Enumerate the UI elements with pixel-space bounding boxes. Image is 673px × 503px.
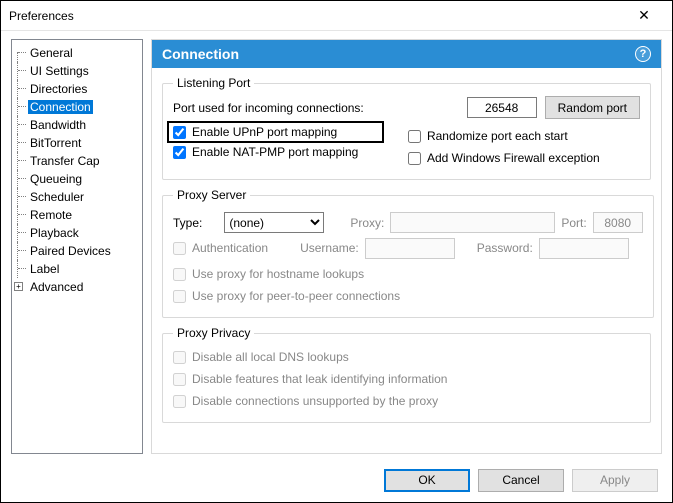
upnp-row: Enable UPnP port mapping [167, 121, 384, 143]
tree-item-remote[interactable]: Remote [12, 206, 142, 224]
firewall-label: Add Windows Firewall exception [427, 151, 600, 165]
proxy-server-group: Proxy Server Type: (none) Proxy: Port: [162, 188, 654, 318]
tree-item-label: Bandwidth [28, 118, 88, 132]
randomize-label: Randomize port each start [427, 129, 568, 143]
cancel-button[interactable]: Cancel [478, 469, 564, 492]
tree-item-transfer-cap[interactable]: Transfer Cap [12, 152, 142, 170]
proxy-hostname-checkbox [173, 268, 186, 281]
proxy-p2p-checkbox [173, 290, 186, 303]
proxy-host-label: Proxy: [350, 216, 384, 230]
auth-checkbox [173, 242, 186, 255]
tree-item-general[interactable]: General [12, 44, 142, 62]
titlebar: Preferences ✕ [1, 1, 672, 31]
password-input [539, 238, 629, 259]
panel-title: Connection [162, 46, 239, 62]
natpmp-checkbox[interactable] [173, 146, 186, 159]
privacy-unsupported-checkbox [173, 395, 186, 408]
firewall-checkbox[interactable] [408, 152, 421, 165]
tree-item-playback[interactable]: Playback [12, 224, 142, 242]
password-label: Password: [477, 241, 533, 255]
proxy-port-input [593, 212, 643, 233]
tree-item-label[interactable]: Label [12, 260, 142, 278]
proxy-privacy-group: Proxy Privacy Disable all local DNS look… [162, 326, 651, 423]
privacy-unsupported-label: Disable connections unsupported by the p… [192, 394, 438, 408]
expander-icon[interactable]: + [14, 282, 23, 291]
dialog-footer: OK Cancel Apply [1, 458, 672, 502]
help-icon[interactable]: ? [635, 46, 651, 62]
proxy-host-input [390, 212, 555, 233]
ok-button[interactable]: OK [384, 469, 470, 492]
tree-item-directories[interactable]: Directories [12, 80, 142, 98]
tree-item-label: Directories [28, 82, 89, 96]
tree-item-label: Label [28, 262, 61, 276]
tree-item-label: BitTorrent [28, 136, 83, 150]
tree-item-bandwidth[interactable]: Bandwidth [12, 116, 142, 134]
username-input [365, 238, 455, 259]
upnp-label: Enable UPnP port mapping [192, 125, 337, 139]
auth-label: Authentication [192, 241, 268, 255]
proxy-p2p-label: Use proxy for peer-to-peer connections [192, 289, 400, 303]
tree-item-label: Transfer Cap [28, 154, 102, 168]
settings-panel: Connection ? Listening Port Port used fo… [151, 39, 662, 454]
proxy-type-select[interactable]: (none) [224, 212, 324, 233]
tree-item-label: Advanced [28, 280, 85, 294]
tree-item-paired-devices[interactable]: Paired Devices [12, 242, 142, 260]
natpmp-label: Enable NAT-PMP port mapping [192, 145, 358, 159]
proxy-hostname-label: Use proxy for hostname lookups [192, 267, 364, 281]
proxy-port-label: Port: [561, 216, 586, 230]
tree-item-queueing[interactable]: Queueing [12, 170, 142, 188]
port-input[interactable] [467, 97, 537, 118]
listening-port-group: Listening Port Port used for incoming co… [162, 76, 651, 180]
tree-item-connection[interactable]: Connection [12, 98, 142, 116]
proxy-type-label: Type: [173, 216, 202, 230]
tree-item-label: Remote [28, 208, 74, 222]
privacy-leak-checkbox [173, 373, 186, 386]
tree-item-label: Queueing [28, 172, 84, 186]
upnp-checkbox[interactable] [173, 126, 186, 139]
random-port-button[interactable]: Random port [545, 96, 640, 119]
apply-button[interactable]: Apply [572, 469, 658, 492]
port-label: Port used for incoming connections: [173, 101, 467, 115]
listening-legend: Listening Port [173, 76, 254, 90]
tree-item-label: Paired Devices [28, 244, 113, 258]
randomize-checkbox[interactable] [408, 130, 421, 143]
tree-item-label: Scheduler [28, 190, 86, 204]
tree-item-ui-settings[interactable]: UI Settings [12, 62, 142, 80]
privacy-leak-label: Disable features that leak identifying i… [192, 372, 447, 386]
tree-item-label: Connection [28, 100, 93, 114]
tree-item-bittorrent[interactable]: BitTorrent [12, 134, 142, 152]
window-title: Preferences [9, 9, 624, 23]
proxy-legend: Proxy Server [173, 188, 250, 202]
tree-item-advanced[interactable]: + Advanced [12, 278, 142, 296]
tree-item-label: Playback [28, 226, 81, 240]
username-label: Username: [300, 241, 359, 255]
privacy-legend: Proxy Privacy [173, 326, 254, 340]
panel-header: Connection ? [152, 40, 661, 68]
close-icon[interactable]: ✕ [624, 7, 664, 24]
tree-item-label: General [28, 46, 75, 60]
preferences-dialog: Preferences ✕ General UI Settings Director… [0, 0, 673, 503]
tree-item-label: UI Settings [28, 64, 91, 78]
tree-item-scheduler[interactable]: Scheduler [12, 188, 142, 206]
privacy-dns-checkbox [173, 351, 186, 364]
category-tree[interactable]: General UI Settings Directories Connection B… [11, 39, 143, 454]
privacy-dns-label: Disable all local DNS lookups [192, 350, 349, 364]
